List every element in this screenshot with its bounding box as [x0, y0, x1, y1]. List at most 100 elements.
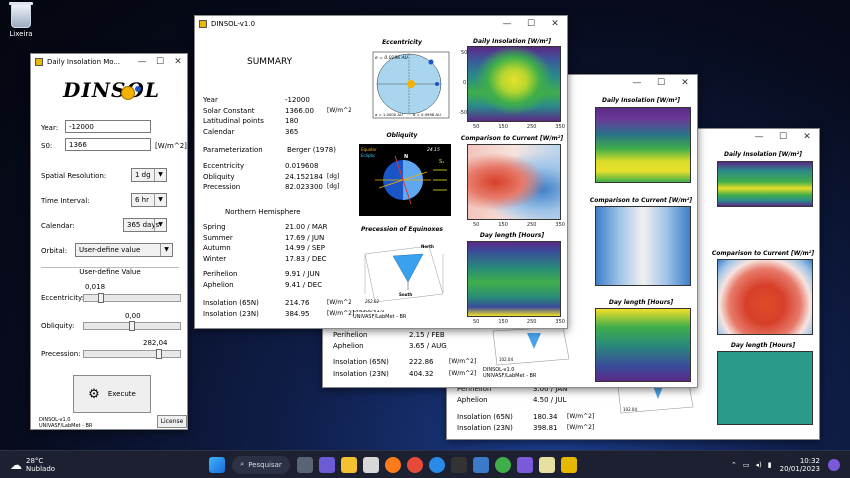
chevron-up-icon[interactable]: ⌃	[731, 461, 737, 469]
s0-unit: [W/m^2]	[155, 142, 187, 150]
chrome-icon[interactable]	[406, 456, 423, 473]
minimize-icon[interactable]: —	[133, 57, 151, 67]
maximize-icon[interactable]: ☐	[151, 57, 169, 67]
terminal-icon[interactable]	[450, 456, 467, 473]
execute-button[interactable]: ⚙ Execute	[73, 375, 151, 413]
dinsol-main-window[interactable]: DINSOL-v1.0 — ☐ ✕ SUMMARY Year -12000 Sola…	[194, 15, 568, 329]
north-label: North	[421, 244, 434, 249]
minimize-icon[interactable]: —	[625, 78, 649, 88]
maximize-icon[interactable]: ☐	[771, 132, 795, 142]
weather-desc: Nublado	[26, 464, 56, 473]
footer: DINSOL-v1.0 UNIVASF/LabMet - BR	[483, 367, 537, 379]
firefox-icon[interactable]	[384, 456, 401, 473]
search-box[interactable]: ⌕ Pesquisar	[232, 455, 290, 474]
app-icon[interactable]	[516, 456, 533, 473]
task-view-icon[interactable]	[296, 456, 313, 473]
time-interval-select[interactable]: 6 hr ▼	[131, 193, 167, 207]
minimize-icon[interactable]: —	[495, 19, 519, 29]
summary-row: Autumn 14.99 / SEP	[203, 244, 325, 252]
title-bar[interactable]: DINSOL-v1.0 — ☐ ✕	[195, 16, 567, 32]
file-explorer-icon[interactable]	[340, 456, 357, 473]
south-label: South	[399, 292, 412, 297]
main-plot-column: Daily Insolation [W/m²] 50 0 -50 50 150 25…	[457, 36, 567, 328]
slider-thumb[interactable]	[98, 293, 105, 303]
day-length-heatmap	[467, 241, 561, 317]
summary-row-label: Calendar	[203, 127, 235, 136]
volume-icon[interactable]: ◂)	[756, 461, 762, 469]
close-icon[interactable]: ✕	[169, 57, 187, 67]
close-icon[interactable]: ✕	[543, 19, 567, 29]
teams-icon[interactable]	[318, 456, 335, 473]
eccentricity-e-label: e = 0.0196 AU	[375, 55, 409, 61]
weather-widget[interactable]: ☁ 28°C Nublado	[10, 457, 55, 473]
spatial-resolution-select[interactable]: 1 dg ▼	[131, 168, 167, 182]
summary-row: Precession 82.023300 [dg]	[203, 183, 339, 191]
precession-plot: Precession of Equinoxes North South 262.…	[351, 224, 453, 310]
maximize-icon[interactable]: ☐	[519, 19, 543, 29]
recycle-bin-shortcut[interactable]: Lixeira	[6, 2, 36, 38]
slider-thumb[interactable]	[129, 321, 135, 331]
app-icon[interactable]	[472, 456, 489, 473]
s0-input[interactable]: 1366	[65, 138, 151, 151]
minimize-icon[interactable]: —	[747, 132, 771, 142]
chrome-profile-icon[interactable]	[494, 456, 511, 473]
license-button[interactable]: License	[157, 415, 187, 428]
summary-row-value: 9.41 / DEC	[285, 280, 323, 289]
summary-row-label: Obliquity	[203, 172, 235, 181]
summary-row-value: 14.99 / SEP	[285, 244, 325, 252]
obliquity-slider[interactable]	[83, 321, 181, 331]
control-panel-window[interactable]: Daily Insolation Mo... — ☐ ✕ DINSOL Year…	[30, 53, 188, 430]
parameterization-row: Parameterization Berger (1978)	[203, 146, 336, 154]
equator-label: Equator	[361, 147, 377, 152]
summary-heading: SUMMARY	[247, 57, 293, 67]
title-bar[interactable]: Daily Insolation Mo... — ☐ ✕	[31, 54, 187, 70]
cloud-icon: ☁	[10, 457, 22, 472]
app-icon	[199, 20, 207, 28]
notification-icon[interactable]	[828, 458, 840, 471]
svg-text:N: N	[404, 154, 408, 160]
insolation-23n-row: Insolation (23N) 404.32 [W/m^2]	[333, 370, 477, 378]
summary-row-label: Precession	[203, 183, 241, 191]
network-icon[interactable]: ▭	[743, 461, 750, 469]
close-icon[interactable]: ✕	[673, 78, 697, 88]
summary-row-label: Latitudinal points	[203, 117, 264, 125]
orbital-select[interactable]: User-define value ▼	[75, 243, 173, 257]
notepad-icon[interactable]	[538, 456, 555, 473]
daily-insolation-heatmap	[467, 46, 561, 122]
store-icon[interactable]	[362, 456, 379, 473]
precession-3d-plot: 102.04	[483, 325, 573, 367]
summary-row: Solar Constant 1366.00 [W/m^2]	[203, 106, 354, 115]
chevron-down-icon: ▼	[154, 169, 166, 181]
summary-row-value: 0.019608	[285, 162, 319, 170]
obliquity-label: Obliquity:	[41, 322, 75, 330]
precession-slider[interactable]	[83, 349, 181, 359]
summary-row: Spring 21.00 / MAR	[203, 223, 328, 231]
calendar-select[interactable]: 365 days ▼	[123, 218, 167, 232]
edge-icon[interactable]	[428, 456, 445, 473]
summary-row-label: Solar Constant	[203, 106, 255, 115]
clock[interactable]: 10:32 20/01/2023	[780, 457, 820, 473]
summary-row-value: 180	[285, 117, 299, 125]
precession-value-label: 262.02	[365, 299, 379, 304]
eccentricity-slider[interactable]	[83, 293, 181, 303]
precession-value: 282,04	[143, 339, 168, 347]
year-input[interactable]: -12000	[65, 120, 151, 133]
summary-row-value: 17.83 / DEC	[285, 254, 327, 263]
maximize-icon[interactable]: ☐	[649, 78, 673, 88]
dinsol-taskbar-icon[interactable]	[560, 456, 577, 473]
summary-row: Perihelion 9.91 / JUN	[203, 270, 320, 278]
close-icon[interactable]: ✕	[795, 132, 819, 142]
start-icon[interactable]	[209, 456, 226, 473]
system-tray[interactable]: ⌃ ▭ ◂) ▮ 10:32 20/01/2023	[731, 457, 840, 473]
insolation-23n-row: Insolation (23N) 398.81 [W/m^2]	[457, 424, 595, 432]
slider-thumb[interactable]	[155, 349, 162, 359]
comparison-title: Comparison to Current [W/m²]	[589, 197, 693, 204]
footer: DINSOL-v1.0 UNIVASF/LabMet - BR	[39, 417, 93, 429]
aphelion-row: Aphelion 3.65 / AUG	[333, 342, 447, 350]
insolation-65n-row: Insolation (65N) 180.34 [W/m^2]	[457, 413, 595, 421]
summary-row: Eccentricity 0.019608	[203, 162, 318, 170]
summary-row-label: Aphelion	[203, 280, 234, 289]
y-tick-minus-50: -50	[459, 110, 468, 116]
battery-icon[interactable]: ▮	[768, 461, 772, 469]
user-define-heading: User-define Value	[79, 268, 141, 276]
